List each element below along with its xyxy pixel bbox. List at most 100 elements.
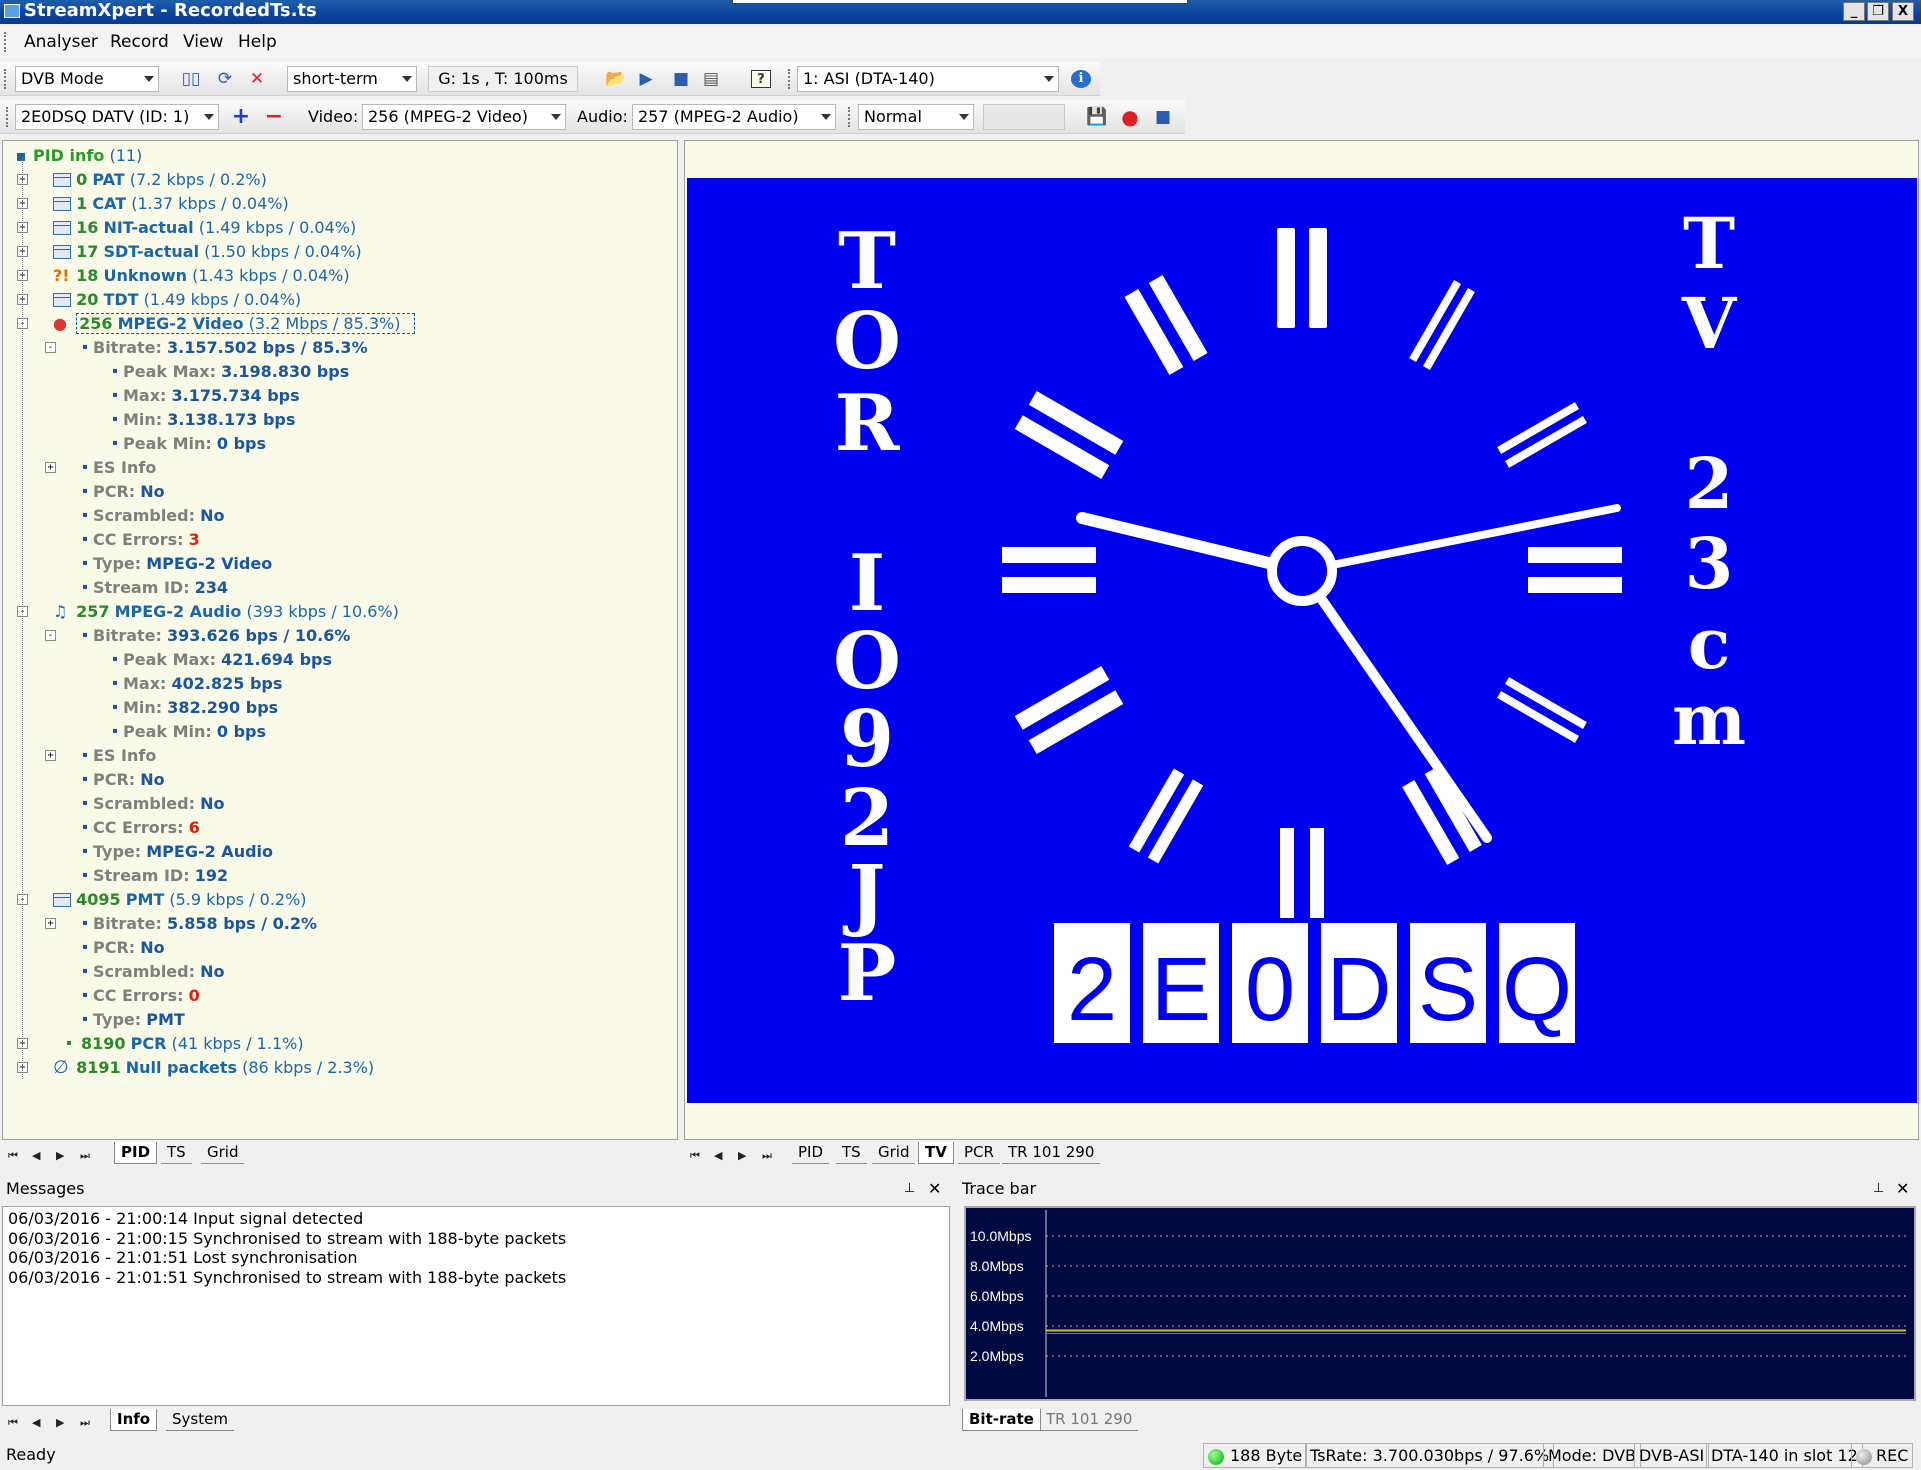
menu-help[interactable]: Help — [238, 32, 277, 52]
tree-row[interactable]: Bitrate: 393.626 bps / 10.6% — [83, 624, 350, 648]
tree-row[interactable]: ?! 18 Unknown (1.43 kbps / 0.04%) — [53, 264, 350, 288]
menu-record[interactable]: Record — [110, 32, 169, 52]
stop-icon[interactable]: ■ — [671, 70, 691, 88]
tree-row[interactable]: Min: 3.138.173 bps — [113, 408, 295, 432]
next-tab-icon[interactable]: ▶ — [56, 1413, 64, 1433]
save-icon[interactable]: 💾 — [1086, 108, 1107, 126]
video-pid-select[interactable]: 256 (MPEG-2 Video) — [362, 104, 566, 130]
tab-trace-tr101290[interactable]: TR 101 290 — [1040, 1409, 1139, 1431]
tree-row[interactable]: PCR: No — [83, 480, 165, 504]
toolbar-grip[interactable] — [788, 69, 791, 89]
tree-row[interactable]: 17 SDT-actual (1.50 kbps / 0.04%) — [53, 240, 362, 264]
service-select[interactable]: 2E0DSQ DATV (ID: 1) — [15, 104, 219, 130]
tree-row[interactable]: PCR: No — [83, 936, 165, 960]
tree-row[interactable]: Max: 3.175.734 bps — [113, 384, 300, 408]
tree-row[interactable]: Peak Max: 3.198.830 bps — [113, 360, 349, 384]
tree-row[interactable]: ♫ 257 MPEG-2 Audio (393 kbps / 10.6%) — [53, 600, 399, 624]
tv-video-view[interactable]: TOR IO9 2JP TV 23 cm 2 E 0 D S Q — [687, 178, 1917, 1103]
audio-pid-select[interactable]: 257 (MPEG-2 Audio) — [632, 104, 836, 130]
tree-row[interactable]: Bitrate: 3.157.502 bps / 85.3% — [83, 336, 368, 360]
pin-icon[interactable]: ⊥ — [1873, 1179, 1884, 1199]
tab-bitrate[interactable]: Bit-rate — [962, 1409, 1041, 1431]
next-tab-icon[interactable]: ▶ — [738, 1146, 746, 1166]
help-icon[interactable]: ? — [751, 70, 771, 88]
prev-tab-icon[interactable]: ◀ — [32, 1146, 40, 1166]
tree-row[interactable]: PCR: No — [83, 768, 165, 792]
refresh-icon[interactable]: ⟳ — [215, 70, 235, 88]
open-file-icon[interactable]: 📂 — [605, 70, 626, 88]
first-tab-icon[interactable]: ⏮ — [8, 1146, 18, 1166]
menu-view[interactable]: View — [183, 32, 223, 52]
tab-ts[interactable]: TS — [836, 1142, 867, 1164]
tab-info[interactable]: Info — [110, 1409, 158, 1431]
tree-row[interactable]: ∅ 8191 Null packets (86 kbps / 2.3%) — [53, 1056, 374, 1080]
last-tab-icon[interactable]: ⏭ — [80, 1146, 90, 1166]
tab-tv[interactable]: TV — [918, 1142, 954, 1164]
tree-row[interactable]: Stream ID: 192 — [83, 864, 228, 888]
tree-row[interactable]: PID info (11) — [17, 144, 142, 168]
tree-row[interactable]: Type: MPEG-2 Audio — [83, 840, 273, 864]
tree-row[interactable]: ES Info — [83, 456, 156, 480]
last-tab-icon[interactable]: ⏭ — [80, 1413, 90, 1433]
record-progress-field[interactable] — [983, 104, 1065, 130]
playback-speed-select[interactable]: Normal — [858, 104, 974, 130]
tree-row[interactable]: Stream ID: 234 — [83, 576, 228, 600]
toolbar-grip[interactable] — [848, 107, 851, 127]
tab-pcr[interactable]: PCR — [958, 1142, 1000, 1164]
expand-icon[interactable]: + — [45, 750, 56, 761]
tree-row[interactable]: ES Info — [83, 744, 156, 768]
tree-row[interactable]: Scrambled: No — [83, 960, 225, 984]
remove-service-icon[interactable]: − — [264, 106, 284, 128]
tree-row[interactable]: CC Errors: 3 — [83, 528, 200, 552]
expand-icon[interactable]: + — [45, 918, 56, 929]
toolbar-grip[interactable] — [4, 69, 7, 89]
export-icon[interactable]: ▤ — [701, 70, 721, 88]
play-icon[interactable]: ▶ — [636, 70, 656, 88]
tree-row[interactable]: Peak Max: 421.694 bps — [113, 648, 332, 672]
messages-list[interactable]: 06/03/2016 - 21:00:14 Input signal detec… — [2, 1206, 950, 1406]
tree-row[interactable]: Type: PMT — [83, 1008, 185, 1032]
expand-icon[interactable]: + — [45, 462, 56, 473]
tree-row[interactable]: 20 TDT (1.49 kbps / 0.04%) — [53, 288, 301, 312]
timing-field[interactable]: G: 1s , T: 100ms — [428, 66, 578, 92]
tree-row[interactable]: CC Errors: 6 — [83, 816, 200, 840]
tree-row[interactable]: 1 CAT (1.37 kbps / 0.04%) — [53, 192, 289, 216]
minimize-button[interactable]: _ — [1843, 2, 1865, 21]
close-icon[interactable]: ✕ — [928, 1179, 941, 1199]
tree-row[interactable]: Max: 402.825 bps — [113, 672, 282, 696]
tab-grid[interactable]: Grid — [872, 1142, 916, 1164]
prev-tab-icon[interactable]: ◀ — [714, 1146, 722, 1166]
tab-system[interactable]: System — [166, 1409, 234, 1431]
toolbar-grip[interactable] — [6, 107, 9, 127]
tree-row[interactable]: CC Errors: 0 — [83, 984, 200, 1008]
stop-record-icon[interactable]: ■ — [1153, 108, 1173, 126]
tree-row[interactable]: Bitrate: 5.858 bps / 0.2% — [83, 912, 317, 936]
restore-button[interactable]: ❐ — [1867, 2, 1889, 21]
clear-icon[interactable]: ✕ — [247, 70, 267, 88]
first-tab-icon[interactable]: ⏮ — [8, 1413, 18, 1433]
tree-row[interactable]: 16 NIT-actual (1.49 kbps / 0.04%) — [53, 216, 356, 240]
info-icon[interactable]: i — [1071, 70, 1091, 88]
tree-row[interactable]: 4095 PMT (5.9 kbps / 0.2%) — [53, 888, 307, 912]
first-tab-icon[interactable]: ⏮ — [690, 1146, 700, 1166]
tab-pid[interactable]: PID — [792, 1142, 830, 1164]
menu-analyser[interactable]: Analyser — [24, 32, 98, 52]
last-tab-icon[interactable]: ⏭ — [762, 1146, 772, 1166]
device-select[interactable]: 1: ASI (DTA-140) — [797, 66, 1059, 92]
interval-select[interactable]: short-term — [287, 66, 417, 92]
mode-select[interactable]: DVB Mode — [15, 66, 159, 92]
pause-icon[interactable]: ▯▯ — [181, 70, 201, 88]
record-icon[interactable]: ● — [1120, 107, 1140, 127]
tab-grid[interactable]: Grid — [201, 1142, 245, 1164]
tree-row[interactable]: Type: MPEG-2 Video — [83, 552, 272, 576]
tree-row[interactable]: 8190 PCR (41 kbps / 1.1%) — [53, 1032, 304, 1056]
collapse-icon[interactable]: - — [45, 342, 56, 353]
tree-row[interactable]: Min: 382.290 bps — [113, 696, 278, 720]
tree-row[interactable]: ● 256 MPEG-2 Video (3.2 Mbps / 85.3%) — [53, 312, 416, 336]
prev-tab-icon[interactable]: ◀ — [32, 1413, 40, 1433]
close-icon[interactable]: ✕ — [1896, 1179, 1909, 1199]
next-tab-icon[interactable]: ▶ — [56, 1146, 64, 1166]
tab-ts[interactable]: TS — [161, 1142, 192, 1164]
tree-row[interactable]: Scrambled: No — [83, 792, 225, 816]
tree-row[interactable]: Peak Min: 0 bps — [113, 432, 266, 456]
